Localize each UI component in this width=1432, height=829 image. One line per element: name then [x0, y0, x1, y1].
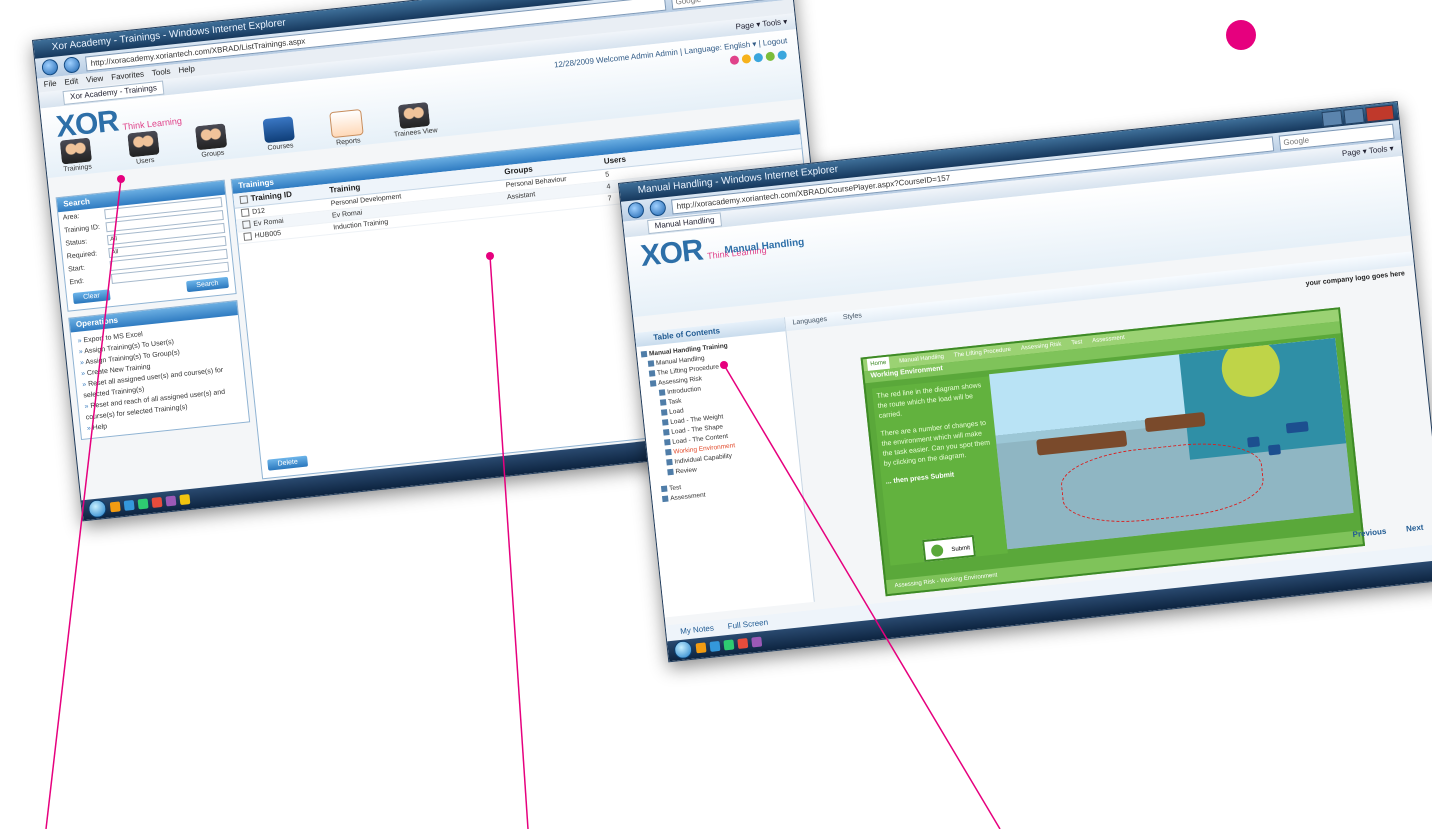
instruction-text: The red line in the diagram shows the ro…	[876, 382, 982, 420]
back-icon[interactable]	[627, 201, 645, 220]
app-icon[interactable]	[723, 639, 735, 651]
forward-icon[interactable]	[63, 56, 81, 74]
courses-icon	[262, 116, 295, 144]
page-icon	[666, 459, 673, 466]
maximize-button[interactable]	[1343, 107, 1365, 125]
submit-icon	[930, 544, 944, 558]
trainings-icon	[59, 137, 93, 165]
table-of-contents: Table of Contents Manual Handling Traini…	[634, 317, 815, 618]
row-checkbox[interactable]	[240, 208, 250, 218]
tab-languages[interactable]: Languages	[792, 316, 827, 327]
toolbar-users[interactable]: Users	[119, 130, 168, 170]
minimize-button[interactable]	[1321, 109, 1343, 127]
page-icon	[662, 419, 669, 426]
folder-icon	[647, 360, 655, 368]
decorative-dots	[729, 50, 788, 66]
toolbar-reports[interactable]: Reports	[322, 108, 371, 148]
app-icon[interactable]	[737, 637, 749, 649]
menu-help[interactable]: Help	[178, 62, 196, 78]
page-icon	[659, 399, 667, 407]
reports-icon	[329, 108, 364, 139]
lesson-tab[interactable]: Test	[1071, 336, 1083, 349]
back-icon[interactable]	[41, 58, 59, 77]
close-button[interactable]	[1365, 104, 1395, 123]
menu-edit[interactable]: Edit	[64, 74, 79, 89]
folder-icon	[660, 485, 668, 493]
office-diagram[interactable]	[989, 337, 1354, 550]
select-all-checkbox[interactable]	[239, 195, 249, 205]
instruction-text: ... then press Submit	[885, 471, 955, 486]
trainees-view-icon	[397, 101, 431, 129]
operations-list: Export to MS Excel Assign Training(s) To…	[71, 315, 249, 439]
folder-icon	[648, 370, 656, 378]
chair[interactable]	[1247, 436, 1261, 448]
left-column: Search Area: Training ID: Status: All Req…	[55, 179, 257, 498]
app-icon[interactable]	[165, 495, 177, 507]
lesson-frame: Home Manual Handling The Lifting Procedu…	[860, 307, 1366, 597]
submit-button[interactable]: Submit	[922, 534, 977, 563]
groups-icon	[194, 123, 228, 151]
menu-view[interactable]: View	[85, 72, 104, 88]
start-icon[interactable]	[87, 498, 108, 519]
folder-icon	[662, 495, 669, 503]
decorative-dot	[1226, 20, 1256, 50]
forward-icon[interactable]	[649, 199, 667, 217]
course-player-screenshot: Manual Handling - Windows Internet Explo…	[618, 101, 1432, 663]
folder-icon[interactable]	[109, 501, 121, 513]
toolbar-trainings[interactable]: Trainings	[52, 137, 101, 177]
menu-tools[interactable]: Tools	[151, 65, 171, 81]
delete-button[interactable]: Delete	[267, 455, 309, 471]
app-icon[interactable]	[751, 636, 763, 648]
folder-icon[interactable]	[695, 642, 707, 654]
app-icon[interactable]	[179, 494, 191, 506]
app-icon[interactable]	[137, 498, 149, 510]
row-checkbox[interactable]	[242, 220, 251, 230]
operations-panel: Operations Export to MS Excel Assign Tra…	[68, 299, 251, 441]
folder-icon	[649, 380, 657, 388]
clear-button[interactable]: Clear	[72, 289, 111, 305]
users-icon	[127, 130, 160, 158]
toolbar-trainees-view[interactable]: Trainees View	[390, 101, 439, 141]
ie-icon[interactable]	[123, 499, 135, 511]
ie-icon[interactable]	[709, 640, 721, 652]
start-icon[interactable]	[673, 639, 694, 660]
toolbar-groups[interactable]: Groups	[187, 122, 236, 162]
chair[interactable]	[1267, 444, 1281, 456]
page-icon	[663, 429, 670, 436]
instruction-text: There are a number of changes to the env…	[880, 419, 991, 468]
search-button[interactable]: Search	[185, 276, 229, 293]
search-panel: Search Area: Training ID: Status: All Req…	[55, 179, 237, 312]
page-icon	[667, 469, 674, 476]
page-icon	[660, 409, 668, 417]
page-icon	[664, 439, 671, 446]
page-icon	[658, 389, 666, 397]
toolbar-courses[interactable]: Courses	[255, 115, 304, 155]
next-button[interactable]: Next	[1406, 523, 1424, 534]
col-training-id: Training ID	[250, 189, 293, 203]
page-icon	[665, 449, 672, 456]
menu-file[interactable]: File	[43, 77, 57, 92]
tab-styles[interactable]: Styles	[843, 312, 863, 321]
app-icon[interactable]	[151, 496, 163, 508]
row-checkbox[interactable]	[243, 232, 253, 242]
folder-icon	[640, 351, 648, 358]
